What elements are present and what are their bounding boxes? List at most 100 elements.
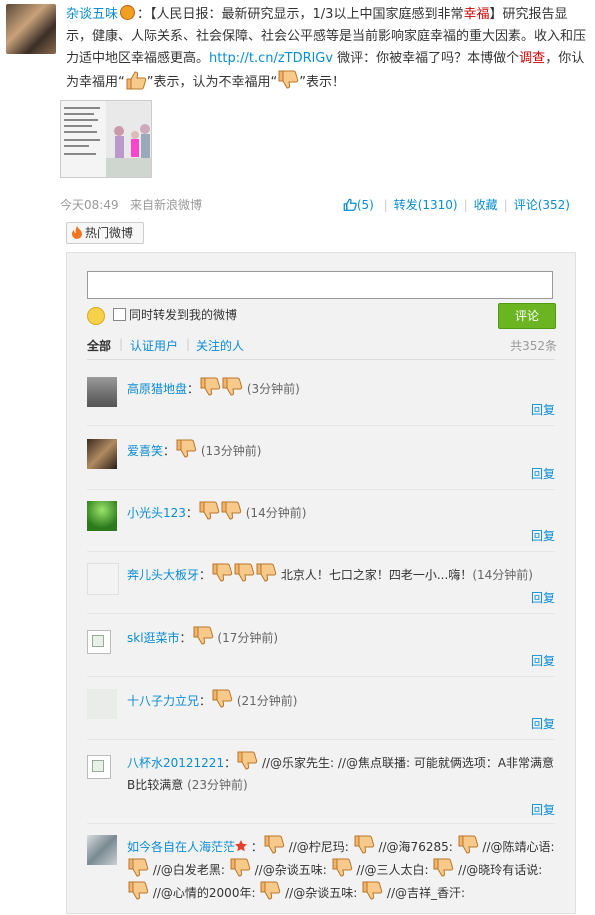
comment-body: //@吉祥_香汗: [386,886,466,900]
post-thumbnail-image[interactable] [60,100,152,178]
thumbs-down-icon [259,881,281,901]
comment-body: //@晓玲有话说: [458,863,543,877]
star-badge-icon [235,840,248,852]
comment-time: (14分钟前) [245,506,307,520]
divider [87,359,555,360]
thumbs-down-icon [199,377,221,397]
commenter-avatar[interactable] [87,439,117,469]
colon: ： [199,568,212,582]
thumbs-down-icon [211,563,233,583]
colon: ： [179,631,192,645]
post-text-5: ”表示，认为不幸福用“ [146,75,278,90]
post-meta: 今天08:49 来自新浪微博 (5) | 转发(1310) | 收藏 | 评论(352) [60,196,580,214]
comment-body: //@陈靖心语: [482,840,555,854]
comment-text: skl逛菜市： (17分钟前) [127,626,557,649]
favorite-button[interactable]: 收藏 [474,198,498,212]
thumbs-down-icon [353,835,375,855]
repost-checkbox-label[interactable]: 同时转发到我的微博 [129,306,237,323]
reply-link[interactable]: 回复 [531,589,555,606]
colon: ： [187,382,200,396]
comment-item: 高原猎地盘： (3分钟前) 回复 [87,377,555,433]
like-button[interactable]: (5) [343,198,378,212]
commenter-avatar[interactable] [87,563,119,595]
divider [87,613,555,614]
comment-body: //@杂谈五味: [254,863,331,877]
like-count: (5) [356,198,374,212]
thumbs-down-icon [236,751,258,771]
comment-input[interactable] [87,271,553,299]
thumbs-down-icon [263,835,285,855]
submit-comment-button[interactable]: 评论 [498,303,556,329]
comment-body: 北京人！七口之家！四老一小...嗨！ [280,568,473,582]
tab-all[interactable]: 全部 [87,337,111,354]
hot-weibo-tag[interactable]: 热门微博 [66,222,145,244]
reply-link[interactable]: 回复 [531,715,555,732]
reply-link[interactable]: 回复 [531,527,555,544]
comment-text: 高原猎地盘： (3分钟前) [127,377,557,400]
tab-verified-users[interactable]: 认证用户 [130,337,178,354]
thumbs-down-icon [277,70,299,90]
colon: ： [163,444,176,458]
commenter-name[interactable]: 十八子力立兄 [127,694,199,708]
tab-following[interactable]: 关注的人 [196,337,244,354]
commenter-name[interactable]: 奔儿头大板牙 [127,568,199,582]
comment-body: //@心情的2000年: [152,886,260,900]
commenter-avatar[interactable] [87,501,117,531]
reply-link[interactable]: 回复 [531,801,555,818]
commenter-name[interactable]: 爱喜笑 [127,444,163,458]
thumbs-down-icon [211,689,233,709]
repost-checkbox[interactable] [113,308,126,321]
comment-item: 爱喜笑： (13分钟前) 回复 [87,439,555,495]
colon: ： [199,694,212,708]
comment-panel: 同时转发到我的微博 评论 全部 | 认证用户 | 关注的人 共352条 高原猎地… [66,252,576,914]
commenter-name[interactable]: 八杯水20121221 [127,756,224,770]
like-icon [343,198,357,211]
thumbs-down-icon [457,835,479,855]
comment-body: //@柠尼玛: [288,840,353,854]
commenter-avatar[interactable] [87,835,117,865]
keyword-happiness[interactable]: 幸福 [463,7,489,22]
reply-link[interactable]: 回复 [531,465,555,482]
repost-button[interactable]: 转发(1310) [394,198,458,212]
fire-icon [72,226,82,239]
reply-link[interactable]: 回复 [531,401,555,418]
comment-button[interactable]: 评论(352) [514,198,570,212]
colon: ： [250,840,263,854]
tab-separator: | [186,337,191,351]
emoticon-icon[interactable] [87,307,105,325]
post-text-3: 微评：你被幸福了吗？本博做个 [333,51,520,66]
vip-badge-icon [120,5,136,20]
divider [87,425,555,426]
thumbs-down-icon [361,881,383,901]
thumbs-down-icon [233,563,255,583]
author-avatar[interactable] [6,4,56,54]
divider [87,739,555,740]
post-source: 来自新浪微博 [130,198,203,212]
post-time[interactable]: 今天08:49 [60,196,119,213]
comment-body: //@海76285: [378,840,457,854]
comment-text: 如今各自在人海茫茫 ： //@柠尼玛: //@海76285: //@陈靖心语: … [127,835,557,904]
thumbs-down-icon [229,858,251,878]
reply-link[interactable]: 回复 [531,652,555,669]
post-actions: (5) | 转发(1310) | 收藏 | 评论(352) [343,196,570,213]
short-link[interactable]: http://t.cn/zTDRlGv [209,51,333,66]
commenter-avatar[interactable] [87,377,117,407]
commenter-avatar-broken-image[interactable] [87,630,111,654]
commenter-avatar[interactable] [87,689,117,719]
thumbs-up-icon [125,70,147,90]
commenter-name[interactable]: 如今各自在人海茫茫 [127,840,235,854]
comment-item: 十八子力立兄： (21分钟前) 回复 [87,689,555,745]
thumbs-down-icon [255,563,277,583]
author-name[interactable]: 杂谈五味 [66,7,118,22]
comment-time: (17分钟前) [217,631,279,645]
comment-text: 小光头123： (14分钟前) [127,501,557,524]
thumbs-down-icon [127,881,149,901]
comment-time: (3分钟前) [246,382,300,396]
colon: ： [224,756,237,770]
comment-body: //@白发老黑: [152,863,229,877]
commenter-name[interactable]: 高原猎地盘 [127,382,187,396]
commenter-avatar-broken-image[interactable] [87,755,111,779]
keyword-survey[interactable]: 调查 [519,51,545,66]
commenter-name[interactable]: 小光头123 [127,506,186,520]
commenter-name[interactable]: skl逛菜市 [127,631,180,645]
